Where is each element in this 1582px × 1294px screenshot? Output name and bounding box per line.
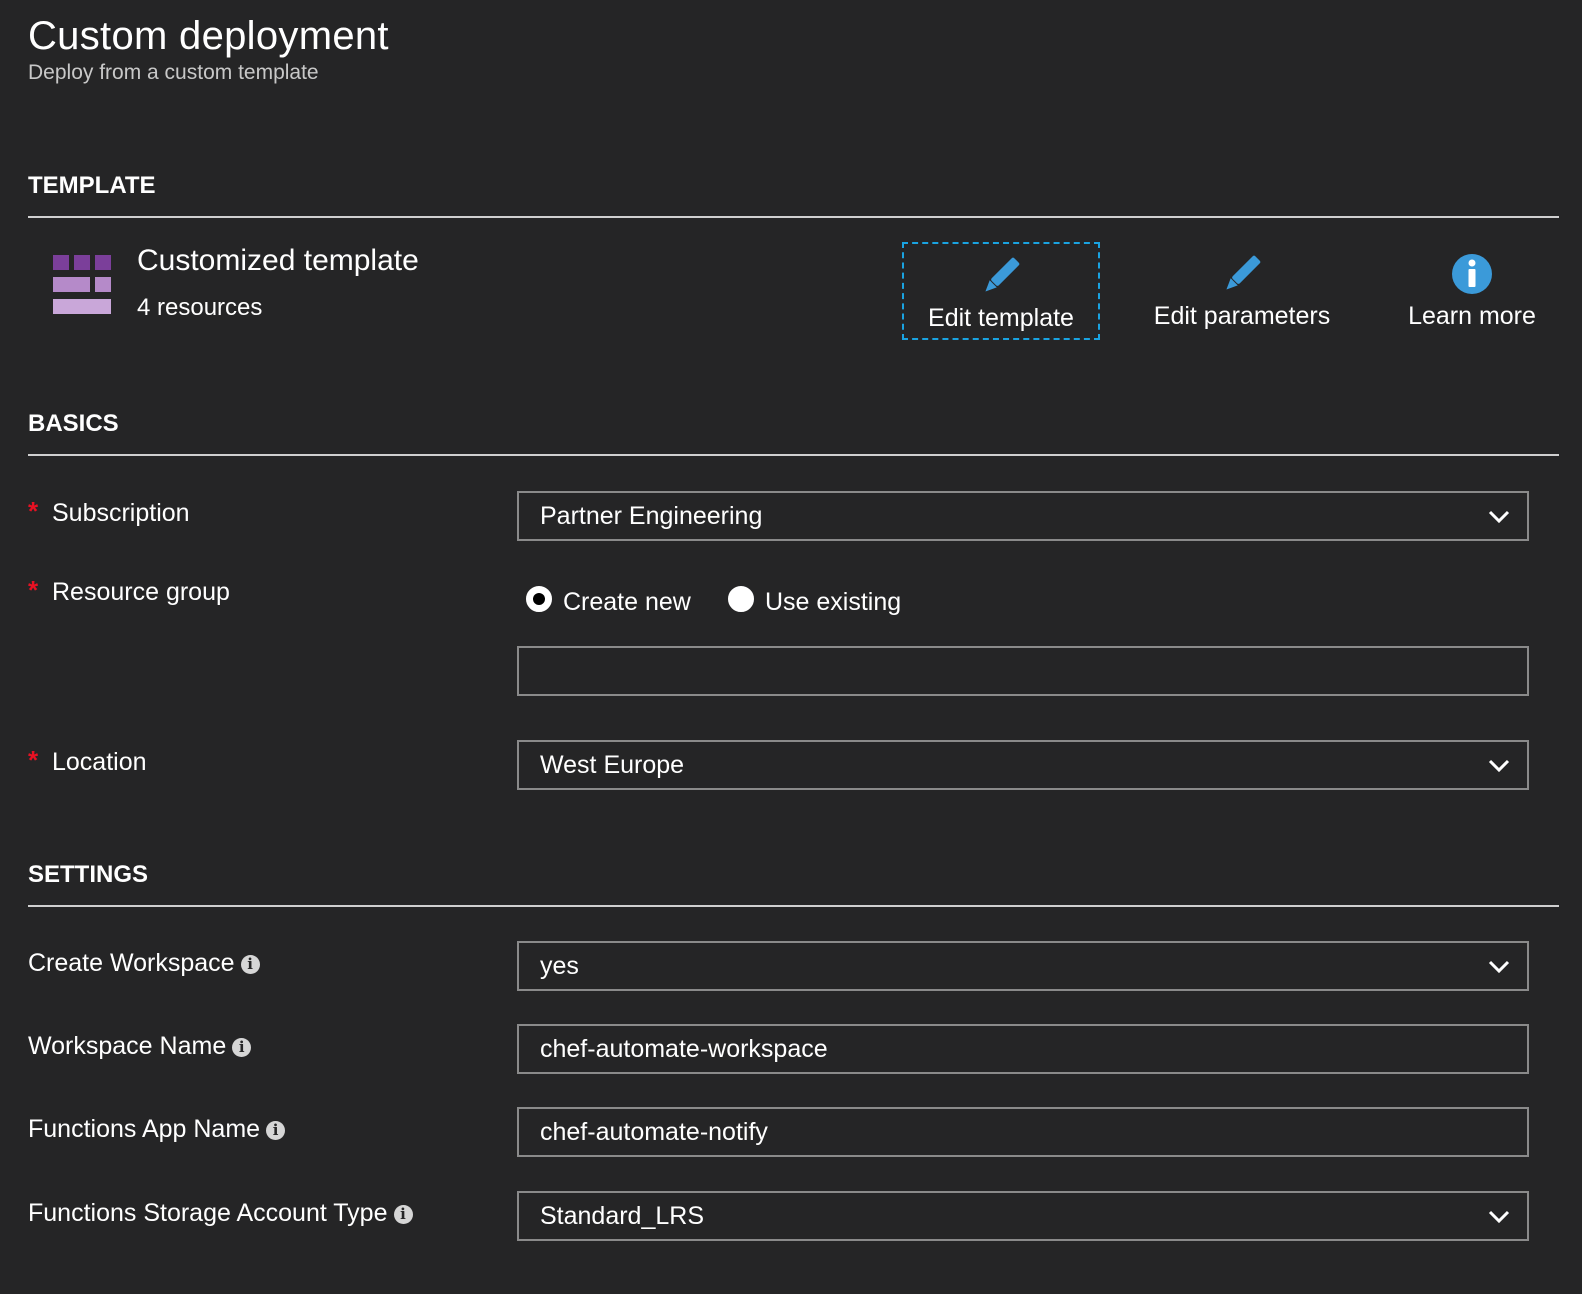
use-existing-label: Use existing — [765, 588, 902, 616]
section-divider — [28, 454, 1559, 456]
create-workspace-label-text: Create Workspace — [28, 949, 235, 977]
info-dot-icon[interactable]: i — [232, 1038, 252, 1057]
storage-account-type-label-text: Functions Storage Account Type — [28, 1199, 388, 1227]
location-value: West Europe — [540, 751, 685, 779]
section-template-heading: TEMPLATE — [28, 172, 156, 199]
info-dot-icon[interactable]: i — [266, 1121, 286, 1140]
template-name: Customized template — [137, 244, 419, 277]
resource-group-label: Resource group — [52, 578, 230, 606]
template-grid-icon — [53, 255, 111, 314]
info-icon — [1452, 254, 1492, 294]
create-workspace-label: Create Workspace i — [28, 949, 260, 978]
location-label: Location — [52, 748, 147, 776]
radio-circle-selected — [526, 585, 552, 612]
edit-parameters-label: Edit parameters — [1153, 302, 1331, 330]
template-resource-count: 4 resources — [137, 294, 263, 321]
storage-account-type-label: Functions Storage Account Type i — [28, 1199, 413, 1228]
workspace-name-label: Workspace Name i — [28, 1032, 252, 1061]
chevron-down-icon — [1488, 1210, 1510, 1224]
create-workspace-dropdown[interactable]: yes — [517, 941, 1529, 991]
edit-template-label: Edit template — [928, 304, 1074, 332]
custom-deployment-blade: Custom deployment Deploy from a custom t… — [0, 0, 1582, 1294]
create-new-radio[interactable]: Create new — [526, 580, 691, 617]
required-marker: * — [28, 496, 39, 526]
functions-app-name-value: chef-automate-notify — [540, 1118, 768, 1146]
required-marker: * — [28, 575, 39, 605]
page-subtitle: Deploy from a custom template — [28, 61, 319, 84]
info-dot-icon[interactable]: i — [240, 955, 260, 974]
chevron-down-icon — [1488, 759, 1510, 773]
edit-template-button[interactable]: Edit template — [902, 242, 1100, 340]
pencil-icon — [1226, 255, 1261, 290]
section-divider — [28, 216, 1559, 218]
functions-app-name-input[interactable]: chef-automate-notify — [517, 1107, 1529, 1157]
workspace-name-input[interactable]: chef-automate-workspace — [517, 1024, 1529, 1074]
functions-app-name-label: Functions App Name i — [28, 1115, 286, 1144]
section-divider — [28, 905, 1559, 907]
info-dot-icon[interactable]: i — [393, 1205, 413, 1224]
create-new-label: Create new — [563, 588, 691, 616]
pencil-icon — [985, 257, 1020, 292]
learn-more-button[interactable]: Learn more — [1394, 242, 1550, 340]
workspace-name-label-text: Workspace Name — [28, 1032, 227, 1060]
functions-app-name-label-text: Functions App Name — [28, 1115, 261, 1143]
edit-parameters-button[interactable]: Edit parameters — [1140, 242, 1344, 340]
radio-circle — [728, 585, 754, 612]
section-basics-heading: BASICS — [28, 410, 119, 437]
learn-more-label: Learn more — [1408, 302, 1536, 330]
subscription-value: Partner Engineering — [540, 502, 763, 530]
create-workspace-value: yes — [540, 952, 579, 980]
chevron-down-icon — [1488, 510, 1510, 524]
page-title: Custom deployment — [28, 14, 389, 58]
workspace-name-value: chef-automate-workspace — [540, 1035, 828, 1063]
use-existing-radio[interactable]: Use existing — [728, 580, 901, 617]
storage-account-type-value: Standard_LRS — [540, 1202, 705, 1230]
subscription-dropdown[interactable]: Partner Engineering — [517, 491, 1529, 541]
required-marker: * — [28, 745, 39, 775]
chevron-down-icon — [1488, 960, 1510, 974]
subscription-label: Subscription — [52, 499, 190, 527]
storage-account-type-dropdown[interactable]: Standard_LRS — [517, 1191, 1529, 1241]
location-dropdown[interactable]: West Europe — [517, 740, 1529, 790]
section-settings-heading: SETTINGS — [28, 861, 149, 888]
resource-group-name-input[interactable] — [517, 646, 1529, 696]
